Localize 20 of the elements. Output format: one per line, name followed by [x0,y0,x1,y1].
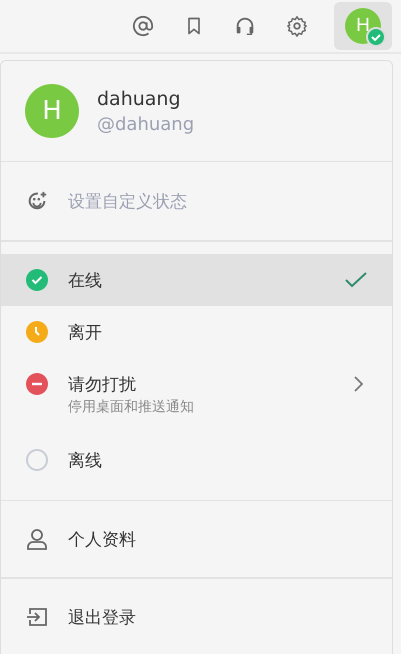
status-item[interactable]: 离开 [1,306,392,358]
user-handle: @dahuang [97,114,194,134]
headset-icon[interactable] [234,15,256,37]
user-avatar: H [25,84,79,138]
do-not-disturb-icon [26,373,48,395]
sign-out-icon [26,606,48,628]
profile-item[interactable]: 个人资料 [1,501,392,577]
logout-item[interactable]: 退出登录 [1,579,392,654]
offline-icon [26,449,48,471]
status-item[interactable]: 离线 [1,434,392,486]
mention-icon[interactable] [132,15,154,37]
person-icon [26,528,48,550]
status-item[interactable]: 请勿打扰 停用桌面和推送通知 [1,358,392,434]
online-icon [26,269,48,291]
user-name: dahuang [97,88,182,110]
settings-icon[interactable] [286,15,308,37]
smiley-add-icon [26,190,48,212]
checkmark-icon [345,272,367,288]
away-clock-icon [26,321,48,343]
status-item[interactable]: 在线 [1,254,392,306]
